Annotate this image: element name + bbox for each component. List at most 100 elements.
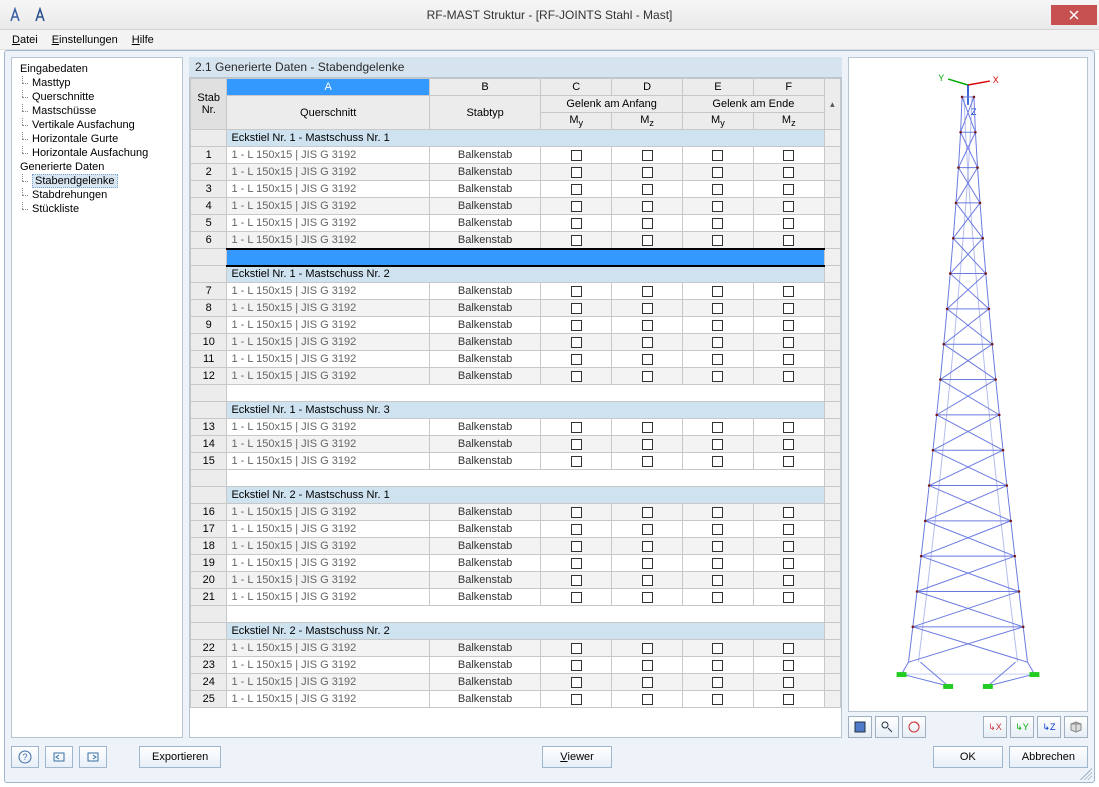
menu-settings[interactable]: Einstellungen [46, 32, 124, 48]
tree-group-generated[interactable]: Generierte Daten [14, 160, 180, 174]
col-F[interactable]: F [753, 79, 824, 96]
table-row[interactable]: 101 - L 150x15 | JIS G 3192Balkenstab [191, 334, 841, 351]
resize-grip[interactable] [1080, 768, 1092, 780]
col-B[interactable]: B [429, 79, 540, 96]
menu-file[interactable]: Datei [6, 32, 44, 48]
checkbox [571, 456, 582, 467]
nav-tree[interactable]: Eingabedaten MasttypQuerschnitteMastschü… [11, 57, 183, 738]
table-row[interactable]: 51 - L 150x15 | JIS G 3192Balkenstab [191, 215, 841, 232]
table-row[interactable]: 61 - L 150x15 | JIS G 3192Balkenstab [191, 232, 841, 249]
checkbox [712, 456, 723, 467]
table-row[interactable]: 91 - L 150x15 | JIS G 3192Balkenstab [191, 317, 841, 334]
checkbox [571, 439, 582, 450]
table-row[interactable]: 161 - L 150x15 | JIS G 3192Balkenstab [191, 504, 841, 521]
checkbox [783, 286, 794, 297]
export-button[interactable]: Exportieren [139, 746, 221, 768]
checkbox [712, 354, 723, 365]
tree-item[interactable]: Querschnitte [14, 90, 180, 104]
tb-btn-2[interactable] [875, 716, 899, 738]
tree-item[interactable]: Stückliste [14, 202, 180, 216]
checkbox [642, 422, 653, 433]
checkbox [642, 150, 653, 161]
checkbox [642, 439, 653, 450]
tb-btn-view-y[interactable]: ↳Y [1010, 716, 1034, 738]
col-E[interactable]: E [683, 79, 754, 96]
checkbox [783, 422, 794, 433]
checkbox [783, 677, 794, 688]
selected-row[interactable] [191, 249, 841, 266]
table-row[interactable]: 231 - L 150x15 | JIS G 3192Balkenstab [191, 657, 841, 674]
table-row[interactable]: 151 - L 150x15 | JIS G 3192Balkenstab [191, 453, 841, 470]
table-row[interactable]: 121 - L 150x15 | JIS G 3192Balkenstab [191, 368, 841, 385]
table-row[interactable]: 131 - L 150x15 | JIS G 3192Balkenstab [191, 419, 841, 436]
checkbox [642, 592, 653, 603]
checkbox [712, 592, 723, 603]
table-row[interactable]: 251 - L 150x15 | JIS G 3192Balkenstab [191, 691, 841, 708]
checkbox [712, 541, 723, 552]
scrollbar[interactable]: ▴ [824, 79, 840, 130]
main-panel: Eingabedaten MasttypQuerschnitteMastschü… [4, 50, 1095, 783]
col-C[interactable]: C [541, 79, 612, 96]
table-row[interactable]: 11 - L 150x15 | JIS G 3192Balkenstab [191, 147, 841, 164]
tree-item[interactable]: Masttyp [14, 76, 180, 90]
table-row[interactable]: 241 - L 150x15 | JIS G 3192Balkenstab [191, 674, 841, 691]
tree-item[interactable]: Stabendgelenke [14, 174, 180, 188]
table-row[interactable]: 181 - L 150x15 | JIS G 3192Balkenstab [191, 538, 841, 555]
table-row[interactable]: 171 - L 150x15 | JIS G 3192Balkenstab [191, 521, 841, 538]
nav-forward-button[interactable] [79, 746, 107, 768]
table-row[interactable]: 81 - L 150x15 | JIS G 3192Balkenstab [191, 300, 841, 317]
menubar: Datei Einstellungen Hilfe [0, 30, 1099, 50]
cancel-button[interactable]: Abbrechen [1009, 746, 1088, 768]
checkbox [712, 303, 723, 314]
tb-btn-view-x[interactable]: ↳X [983, 716, 1007, 738]
checkbox [571, 235, 582, 246]
center-panel: 2.1 Generierte Daten - Stabendgelenke St… [189, 57, 842, 738]
tb-btn-view-z[interactable]: ↳Z [1037, 716, 1061, 738]
group-header: Eckstiel Nr. 1 - Mastschuss Nr. 1 [191, 130, 841, 147]
checkbox [783, 235, 794, 246]
table-row[interactable]: 41 - L 150x15 | JIS G 3192Balkenstab [191, 198, 841, 215]
table-row[interactable]: 221 - L 150x15 | JIS G 3192Balkenstab [191, 640, 841, 657]
tb-btn-3[interactable] [902, 716, 926, 738]
table-row[interactable]: 21 - L 150x15 | JIS G 3192Balkenstab [191, 164, 841, 181]
checkbox [712, 677, 723, 688]
table-row[interactable]: 111 - L 150x15 | JIS G 3192Balkenstab [191, 351, 841, 368]
tree-group-input[interactable]: Eingabedaten [14, 62, 180, 76]
checkbox [642, 354, 653, 365]
checkbox [712, 371, 723, 382]
tree-item[interactable]: Vertikale Ausfachung [14, 118, 180, 132]
table-row[interactable]: 201 - L 150x15 | JIS G 3192Balkenstab [191, 572, 841, 589]
table-row[interactable]: 71 - L 150x15 | JIS G 3192Balkenstab [191, 283, 841, 300]
col-D[interactable]: D [612, 79, 683, 96]
grid[interactable]: Stab Nr. A B C D E F ▴ Querschn [189, 77, 842, 738]
menu-help[interactable]: Hilfe [126, 32, 160, 48]
checkbox [783, 456, 794, 467]
viewer-canvas[interactable]: X Y Z [848, 57, 1088, 712]
checkbox [642, 694, 653, 705]
table-row[interactable]: 141 - L 150x15 | JIS G 3192Balkenstab [191, 436, 841, 453]
checkbox [571, 303, 582, 314]
tree-item[interactable]: Horizontale Ausfachung [14, 146, 180, 160]
tree-item[interactable]: Mastschüsse [14, 104, 180, 118]
checkbox [712, 575, 723, 586]
checkbox [642, 677, 653, 688]
table-row[interactable]: 31 - L 150x15 | JIS G 3192Balkenstab [191, 181, 841, 198]
checkbox [712, 524, 723, 535]
help-button[interactable]: ? [11, 746, 39, 768]
table-row[interactable]: 211 - L 150x15 | JIS G 3192Balkenstab [191, 589, 841, 606]
table-row[interactable]: 191 - L 150x15 | JIS G 3192Balkenstab [191, 555, 841, 572]
checkbox [712, 201, 723, 212]
tb-btn-1[interactable] [848, 716, 872, 738]
close-button[interactable] [1051, 5, 1097, 25]
tb-btn-iso[interactable] [1064, 716, 1088, 738]
ok-button[interactable]: OK [933, 746, 1003, 768]
tree-item[interactable]: Horizontale Gurte [14, 132, 180, 146]
viewer-button[interactable]: Viewer [542, 746, 612, 768]
nav-back-button[interactable] [45, 746, 73, 768]
svg-text:?: ? [22, 752, 27, 762]
tree-item[interactable]: Stabdrehungen [14, 188, 180, 202]
checkbox [571, 677, 582, 688]
checkbox [783, 167, 794, 178]
checkbox [712, 320, 723, 331]
col-A[interactable]: A [227, 79, 429, 96]
